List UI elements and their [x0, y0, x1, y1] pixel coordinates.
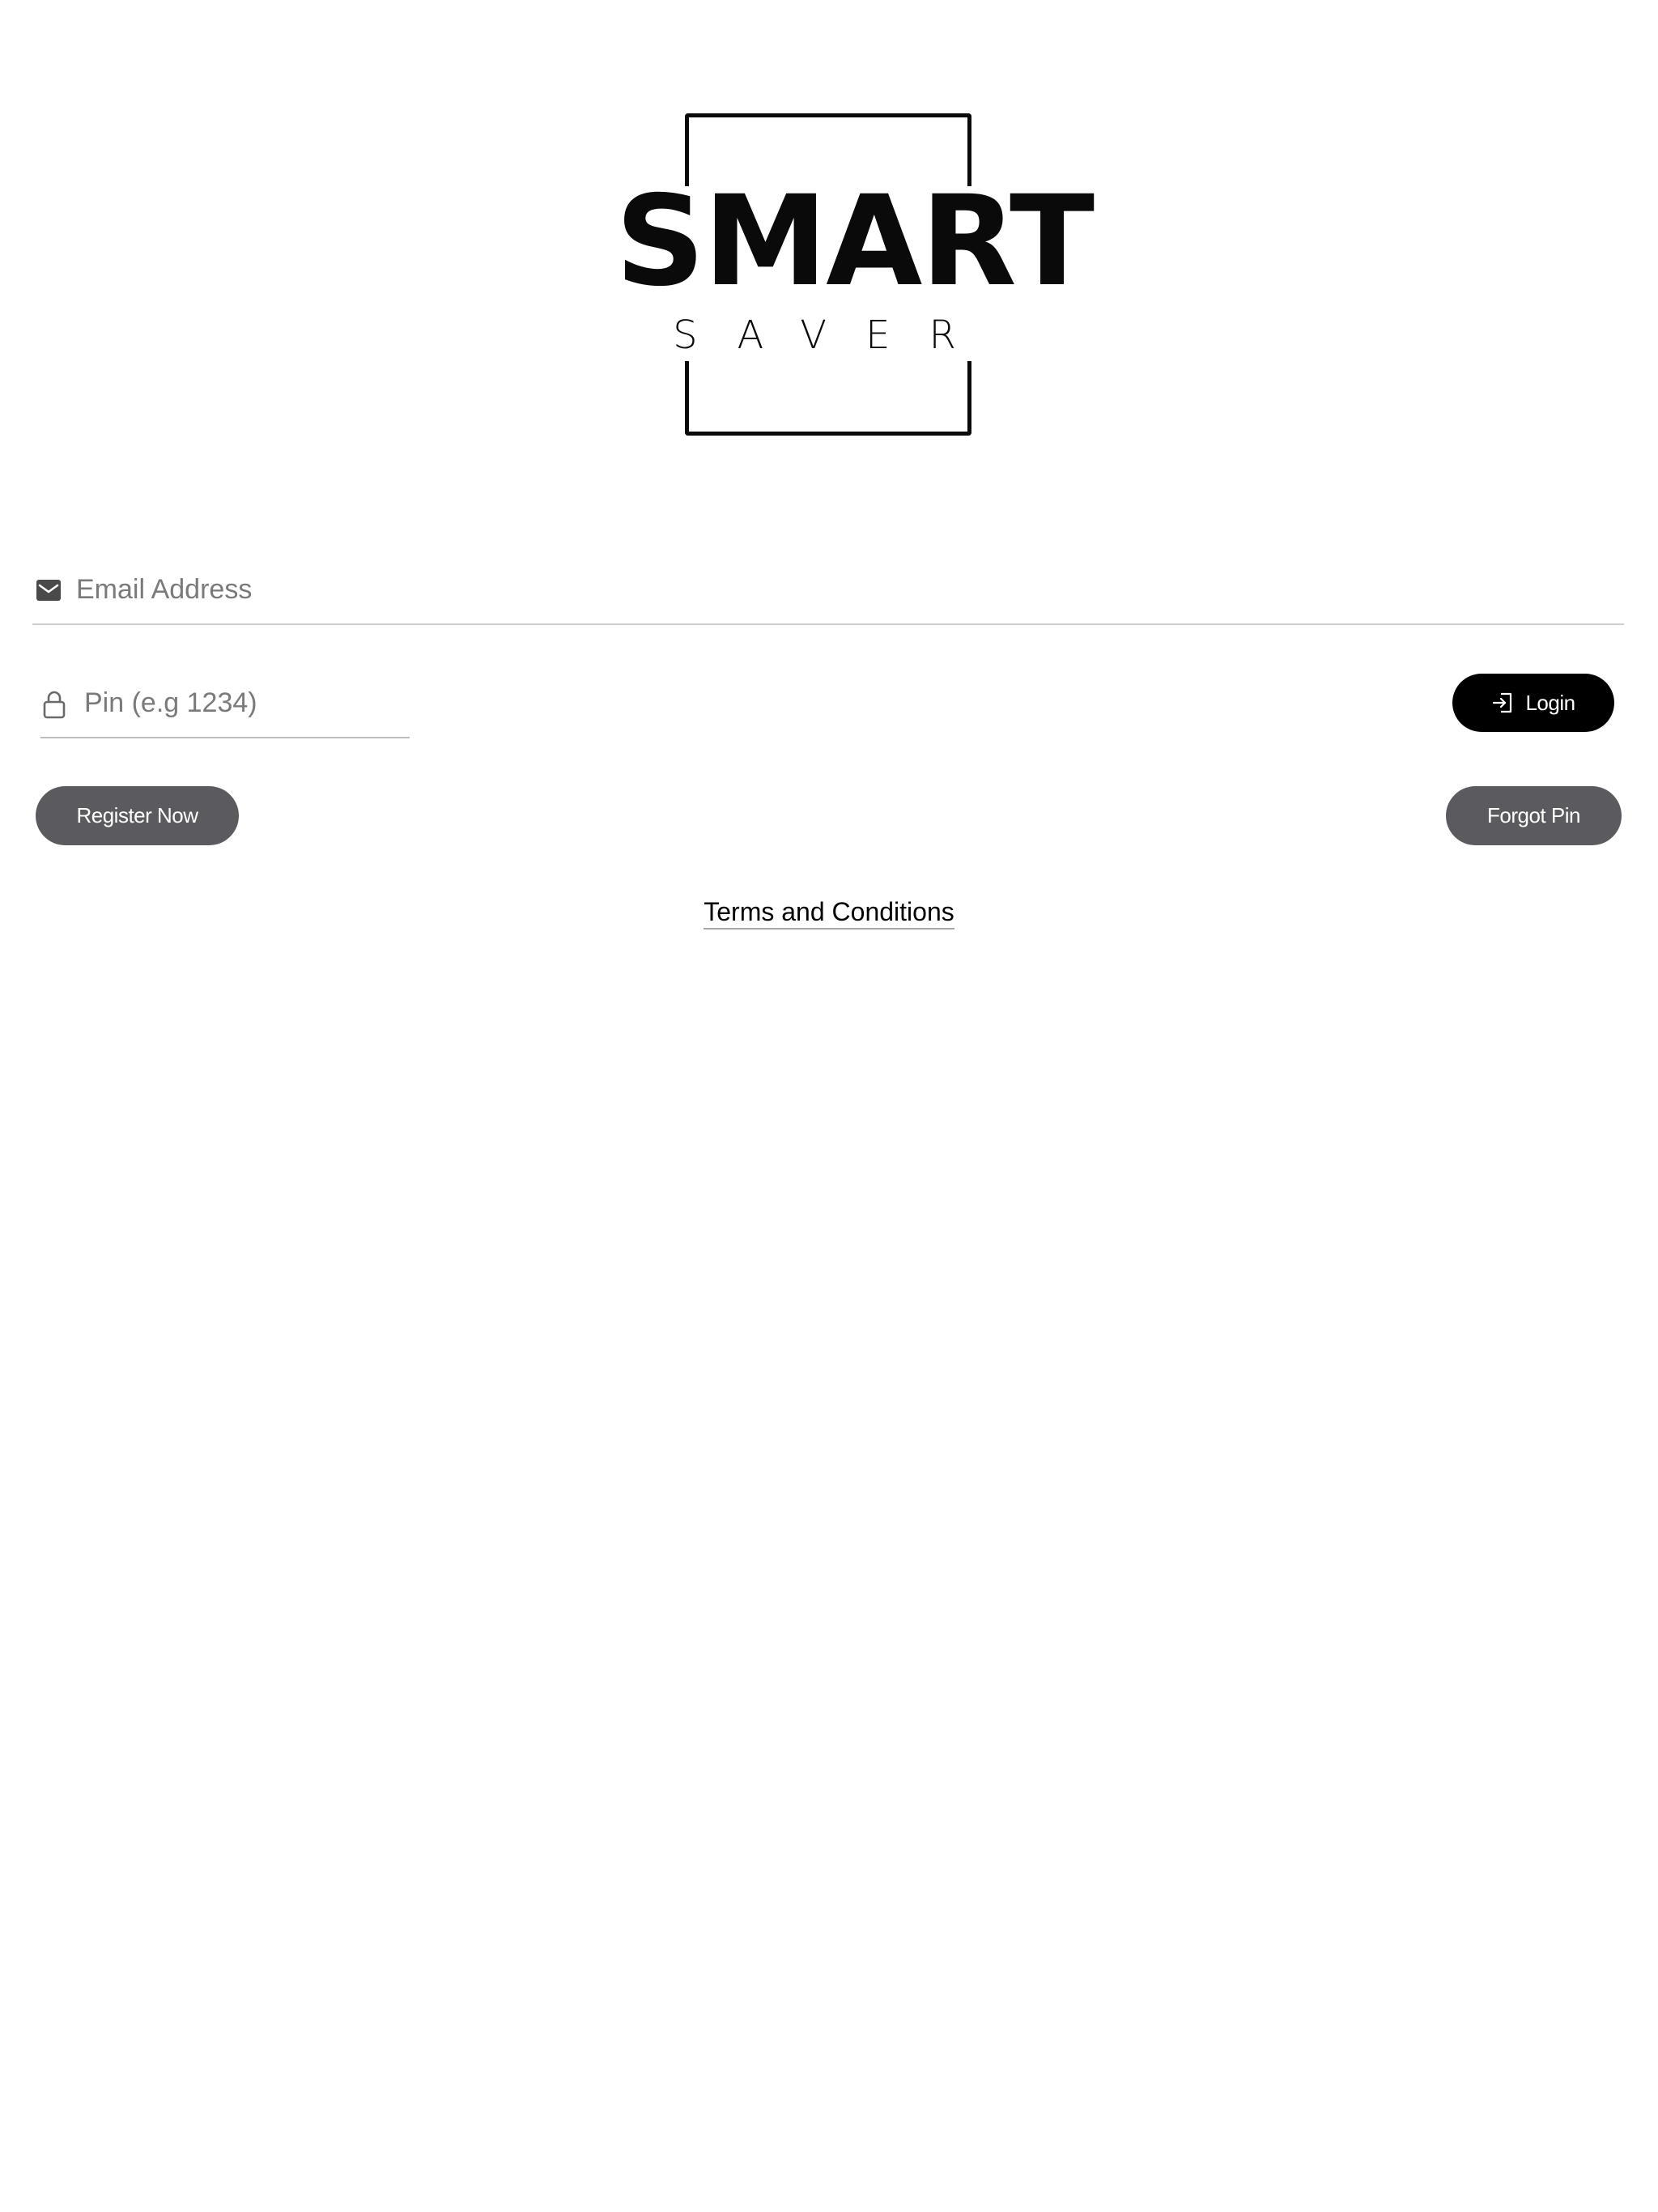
smart-saver-logo: SMART SAVER — [615, 110, 1095, 439]
envelope-icon — [36, 580, 61, 601]
register-now-label: Register Now — [76, 803, 198, 827]
pin-input[interactable] — [84, 680, 405, 725]
login-button[interactable]: Login — [1452, 674, 1614, 732]
logo-subtitle: SAVER — [673, 313, 995, 358]
register-now-button[interactable]: Register Now — [36, 786, 239, 845]
forgot-pin-label: Forgot Pin — [1487, 803, 1580, 827]
lock-icon — [43, 691, 66, 719]
email-field-row — [32, 557, 1624, 625]
email-input[interactable] — [76, 567, 1598, 612]
logo-frame-bottom — [685, 361, 971, 436]
login-button-label: Login — [1525, 690, 1575, 715]
pin-field-row — [40, 670, 410, 738]
login-icon — [1493, 692, 1512, 713]
terms-and-conditions-link[interactable]: Terms and Conditions — [704, 897, 954, 929]
terms-container: Terms and Conditions — [0, 897, 1658, 929]
forgot-pin-button[interactable]: Forgot Pin — [1446, 786, 1622, 845]
logo-word: SMART — [615, 169, 1095, 314]
